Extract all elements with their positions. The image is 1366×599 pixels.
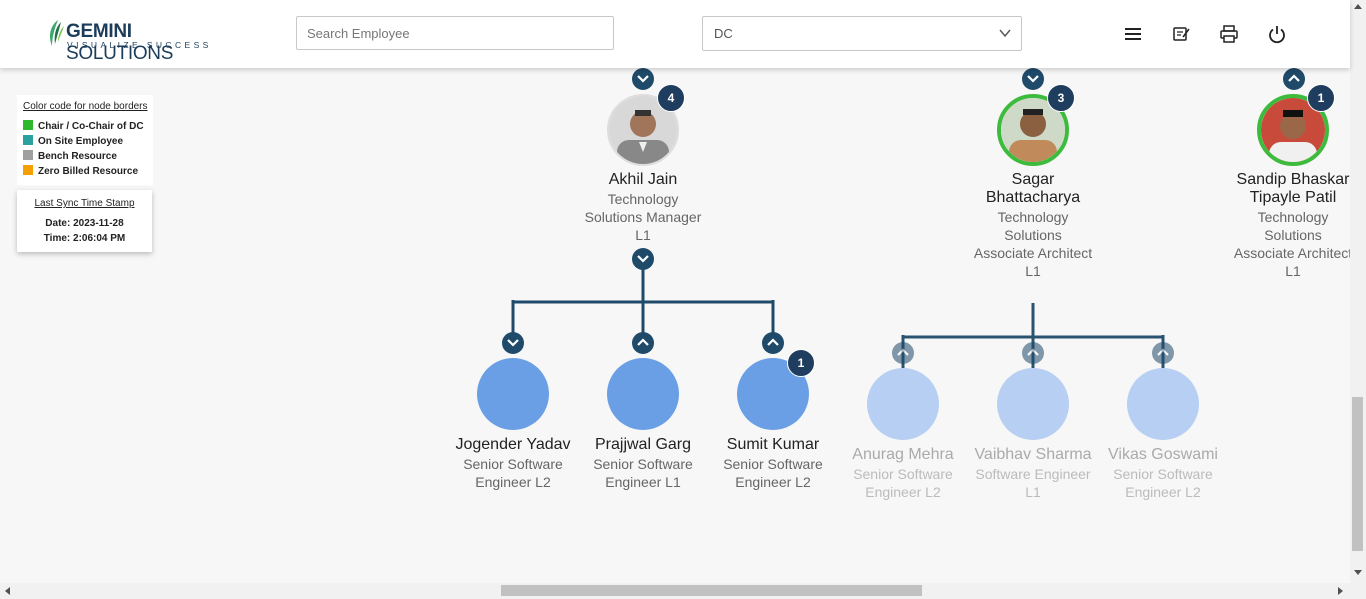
avatar (997, 368, 1069, 440)
employee-title: Senior Software (723, 456, 823, 472)
chevron-up-icon (637, 338, 649, 346)
employee-title: Associate Architect (973, 245, 1093, 261)
employee-name: Vikas Goswami (1108, 446, 1218, 463)
top-header: GEMINI SOLUTIONS VISUALIZE SUCCESS DC (0, 0, 1350, 68)
chevron-up-icon (1157, 348, 1169, 356)
employee-title: Engineer L2 (475, 474, 551, 490)
dc-select[interactable]: DC (702, 16, 1022, 51)
leaf-logo-icon (50, 20, 64, 46)
gemini-logo[interactable]: GEMINI SOLUTIONS VISUALIZE SUCCESS (46, 16, 216, 64)
expand-children-toggle[interactable] (632, 248, 654, 270)
chevron-down-icon (999, 29, 1011, 38)
expand-toggle[interactable] (1022, 342, 1044, 364)
employee-level: L1 (1025, 484, 1041, 500)
reportee-count-badge: 1 (1307, 84, 1335, 112)
employee-title: Senior Software (593, 456, 693, 472)
collapse-toggle[interactable] (502, 332, 524, 354)
employee-name: Akhil Jain (608, 171, 678, 188)
chevron-up-icon (767, 338, 779, 346)
employee-title: Technology (1257, 209, 1329, 225)
employee-name: Sagar (1011, 171, 1055, 188)
employee-name: Tipayle Patil (1249, 189, 1337, 206)
reportee-count-badge: 4 (657, 84, 685, 112)
employee-title: Senior Software (463, 456, 563, 472)
chevron-down-icon (637, 75, 649, 83)
employee-title: Solutions (1264, 227, 1322, 243)
employee-title: Senior Software (1113, 466, 1213, 482)
scroll-right-arrow-icon[interactable] (1338, 587, 1344, 595)
employee-name: Anurag Mehra (852, 446, 954, 463)
avatar (607, 358, 679, 430)
chevron-down-icon (507, 339, 519, 347)
reportee-count-badge: 1 (787, 349, 815, 377)
scroll-up-arrow-icon[interactable] (1354, 3, 1362, 9)
employee-name: Bhattacharya (985, 189, 1081, 206)
collapse-parent-toggle[interactable] (1022, 68, 1044, 90)
vertical-scrollbar[interactable] (1350, 0, 1366, 583)
print-icon[interactable] (1219, 24, 1239, 44)
employee-title: Engineer L1 (605, 474, 681, 490)
employee-name: Vaibhav Sharma (974, 446, 1092, 463)
expand-parent-toggle[interactable] (1283, 68, 1305, 90)
horizontal-scrollbar[interactable] (0, 583, 1366, 599)
horizontal-scroll-thumb[interactable] (501, 585, 922, 596)
employee-title: Engineer L2 (1125, 484, 1201, 500)
avatar (477, 358, 549, 430)
reportee-count-badge: 3 (1047, 84, 1075, 112)
avatar (867, 368, 939, 440)
scroll-down-arrow-icon[interactable] (1354, 570, 1362, 576)
expand-toggle[interactable] (892, 342, 914, 364)
search-employee-input[interactable] (296, 16, 614, 50)
avatar (1127, 368, 1199, 440)
employee-title: Senior Software (853, 466, 953, 482)
employee-name: Prajjwal Garg (594, 436, 692, 453)
collapse-parent-toggle[interactable] (632, 68, 654, 90)
employee-level: L1 (635, 227, 651, 243)
employee-title: Solutions (1004, 227, 1062, 243)
power-icon[interactable] (1267, 24, 1287, 44)
logo-tagline: VISUALIZE SUCCESS (67, 40, 212, 50)
dc-select-value: DC (714, 26, 733, 41)
employee-name: Jogender Yadav (455, 436, 571, 453)
employee-name: Sandip Bhaskar (1236, 171, 1350, 188)
employee-title: Engineer L2 (735, 474, 811, 490)
vertical-scroll-thumb[interactable] (1352, 397, 1363, 551)
expand-toggle[interactable] (1152, 342, 1174, 364)
chevron-up-icon (1027, 348, 1039, 356)
chevron-up-icon (897, 348, 909, 356)
employee-title: Associate Architect (1233, 245, 1353, 261)
employee-title: Engineer L2 (865, 484, 941, 500)
employee-name: Sumit Kumar (726, 436, 820, 453)
employee-level: L1 (1285, 263, 1301, 279)
chevron-down-icon (637, 255, 649, 263)
expand-toggle[interactable] (632, 332, 654, 354)
scroll-left-arrow-icon[interactable] (4, 587, 10, 595)
menu-icon[interactable] (1123, 24, 1143, 44)
notes-icon[interactable] (1171, 24, 1191, 44)
employee-title: Software Engineer (975, 466, 1091, 482)
employee-title: Solutions Manager (584, 209, 702, 225)
employee-title: Technology (997, 209, 1069, 225)
employee-title: Technology (607, 191, 679, 207)
chevron-down-icon (1027, 75, 1039, 83)
chevron-up-icon (1288, 74, 1300, 82)
employee-level: L1 (1025, 263, 1041, 279)
expand-toggle[interactable] (762, 332, 784, 354)
